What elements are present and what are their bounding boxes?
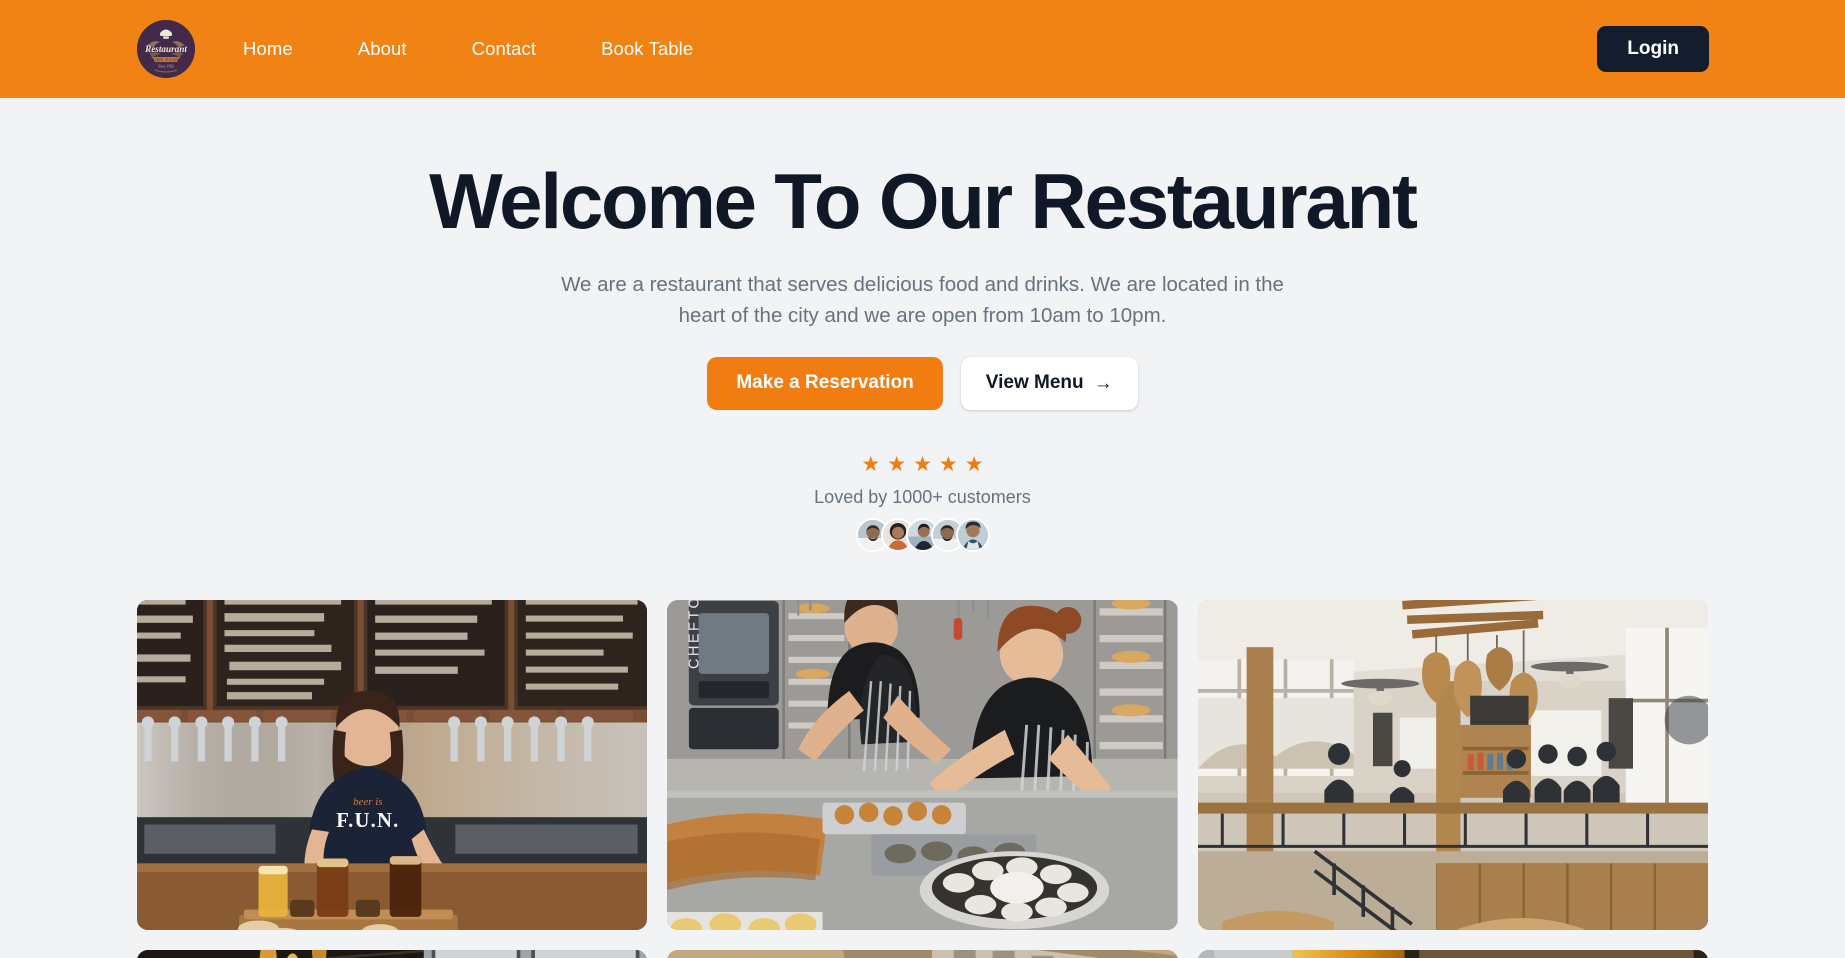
svg-text:CHEFTOP: CHEFTOP [687,600,703,669]
rating-stars: ★ ★ ★ ★ ★ [0,454,1845,475]
gallery-tile-chefs-kitchen[interactable]: CHEFTOP [667,599,1178,930]
nav-link-book-table[interactable]: Book Table [601,28,693,70]
avatar [955,517,990,552]
gallery-tile-dark-interior-lights[interactable] [137,949,648,958]
view-menu-button[interactable]: View Menu → [960,356,1138,410]
hero-cta-group: Make a Reservation View Menu → [0,356,1845,410]
view-menu-label: View Menu [985,371,1084,393]
svg-text:beer is: beer is [353,796,382,808]
customer-avatar-stack [0,517,1845,552]
arrow-right-icon: → [1093,372,1113,394]
svg-text:FINE FOOD: FINE FOOD [152,58,180,62]
hero-subtitle: We are a restaurant that serves deliciou… [561,272,1284,327]
gallery-tile-amber-lit-interior[interactable] [1197,949,1708,958]
restaurant-crest-logo[interactable]: Restaurant FINE FOOD Since 1992 [137,20,195,78]
svg-text:F.U.N.: F.U.N. [336,810,399,832]
nav-link-about[interactable]: About [358,28,407,70]
nav-link-home[interactable]: Home [243,28,293,70]
nav-link-contact[interactable]: Contact [472,28,536,70]
star-icon: ★ [938,452,958,476]
social-proof: ★ ★ ★ ★ ★ Loved by 1000+ customers [0,454,1845,552]
page-title: Welcome To Our Restaurant [429,157,1418,245]
hero-section: Welcome To Our Restaurant We are a resta… [0,98,1845,552]
restaurant-gallery: F.U.N. beer is CHEFTOP [0,599,1845,958]
star-icon: ★ [964,452,984,476]
star-icon: ★ [913,452,932,476]
login-button[interactable]: Login [1597,25,1709,73]
gallery-tile-beamed-dining-hall[interactable] [667,949,1178,958]
site-header: Restaurant FINE FOOD Since 1992 Home Abo… [0,0,1845,98]
customer-count-label: Loved by 1000+ customers [814,486,1031,507]
gallery-tile-taproom-bartender[interactable]: F.U.N. beer is [137,599,648,930]
gallery-tile-dining-room-interior[interactable] [1197,599,1708,930]
svg-text:Restaurant: Restaurant [144,44,187,54]
make-reservation-button[interactable]: Make a Reservation [707,356,943,410]
star-icon: ★ [887,452,907,476]
star-icon: ★ [861,452,881,476]
svg-text:Since 1992: Since 1992 [158,65,174,69]
primary-navigation: Home About Contact Book Table [243,28,693,70]
